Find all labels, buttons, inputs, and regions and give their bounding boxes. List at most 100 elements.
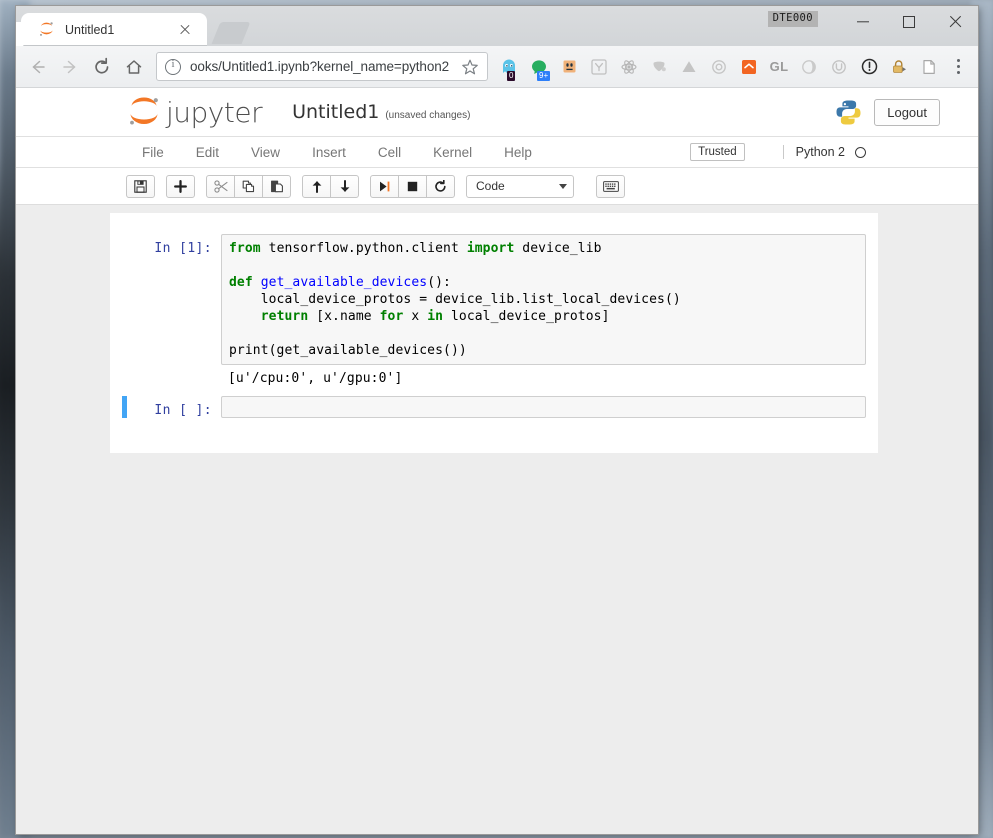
new-tab-button[interactable]: [212, 22, 251, 44]
paste-cell-button[interactable]: [262, 175, 291, 198]
menu-cell[interactable]: Cell: [362, 141, 417, 164]
close-window-button[interactable]: [932, 6, 978, 37]
menu-kernel[interactable]: Kernel: [417, 141, 488, 164]
info-circle-icon[interactable]: [165, 59, 181, 75]
circle-split-icon[interactable]: [794, 51, 824, 83]
cell-type-value: Code: [476, 179, 505, 193]
chat-badge: 9+: [537, 71, 550, 81]
browser-toolbar: ooks/Untitled1.ipynb?kernel_name=python2…: [16, 46, 978, 88]
chat-bubble-icon[interactable]: 9+: [524, 51, 554, 83]
close-icon[interactable]: [177, 22, 193, 38]
code-editor[interactable]: [221, 396, 866, 418]
browser-window: Untitled1 DTE000: [16, 6, 978, 834]
menu-help[interactable]: Help: [488, 141, 548, 164]
insert-cell-below-button[interactable]: [166, 175, 195, 198]
run-cell-button[interactable]: [370, 175, 399, 198]
kernel-name: Python 2: [796, 145, 845, 159]
ghost-icon[interactable]: 0: [494, 51, 524, 83]
lock-icon[interactable]: [884, 51, 914, 83]
menu-view[interactable]: View: [235, 141, 296, 164]
reload-button[interactable]: [86, 51, 118, 83]
command-palette-button[interactable]: [596, 175, 625, 198]
menu-edit[interactable]: Edit: [180, 141, 235, 164]
restart-kernel-button[interactable]: [426, 175, 455, 198]
move-cell-up-button[interactable]: [302, 175, 331, 198]
toolbar-group-clipboard: [206, 175, 291, 198]
stop-square-icon: [406, 180, 419, 193]
star-icon[interactable]: [461, 58, 479, 76]
floppy-disk-icon: [134, 180, 147, 193]
cell-prompt: In [ ]:: [127, 396, 221, 418]
y-square-icon[interactable]: [584, 51, 614, 83]
robot-icon[interactable]: [554, 51, 584, 83]
maximize-button[interactable]: [886, 6, 932, 37]
window-controls: DTE000: [768, 6, 978, 46]
minimize-button[interactable]: [840, 6, 886, 37]
three-dots-vertical-icon[interactable]: [944, 51, 972, 83]
document-icon[interactable]: [914, 51, 944, 83]
python-logo-icon: [835, 99, 862, 126]
maximize-icon: [903, 16, 915, 28]
keyboard-icon: [603, 181, 619, 192]
toolbar-group-palette: [596, 175, 625, 198]
home-button[interactable]: [118, 51, 150, 83]
code-cell-2[interactable]: In [ ]:: [122, 393, 866, 421]
save-status: (unsaved changes): [385, 110, 470, 121]
gl-text-icon[interactable]: GL: [764, 51, 794, 83]
page-viewport: jupyter Untitled1 (unsaved changes) Logo…: [16, 88, 978, 834]
trusted-badge[interactable]: Trusted: [690, 143, 745, 161]
menu-file[interactable]: File: [126, 141, 180, 164]
ring-icon[interactable]: [704, 51, 734, 83]
u-circle-icon[interactable]: [824, 51, 854, 83]
cell-type-select[interactable]: Code: [466, 175, 574, 198]
pocket-icon[interactable]: [644, 51, 674, 83]
minimize-icon: [857, 21, 869, 22]
code-cell-1[interactable]: In [1]: from tensorflow.python.client im…: [122, 231, 866, 368]
output-prompt: [122, 370, 221, 387]
jupyter-toolbar: Code: [16, 168, 978, 205]
code-source[interactable]: from tensorflow.python.client import dev…: [229, 240, 858, 359]
save-button[interactable]: [126, 175, 155, 198]
jupyter-wordmark: jupyter: [166, 96, 262, 129]
toolbar-group-save: [126, 175, 155, 198]
dte-label: DTE000: [768, 11, 818, 27]
atom-icon[interactable]: [614, 51, 644, 83]
chevron-down-icon: [559, 184, 567, 189]
exclamation-circle-icon[interactable]: [854, 51, 884, 83]
address-bar-text[interactable]: ooks/Untitled1.ipynb?kernel_name=python2: [190, 59, 461, 74]
jupyter-brand[interactable]: jupyter: [126, 96, 262, 129]
logout-button[interactable]: Logout: [874, 99, 940, 126]
drive-triangle-icon[interactable]: [674, 51, 704, 83]
ghost-badge: 0: [507, 71, 515, 81]
jupyter-header-right: Logout: [835, 99, 940, 126]
evernote-icon[interactable]: [734, 51, 764, 83]
arrow-down-icon: [339, 180, 351, 193]
jupyter-menubar-right: Trusted Python 2: [690, 143, 866, 161]
cut-cell-button[interactable]: [206, 175, 235, 198]
copy-cell-button[interactable]: [234, 175, 263, 198]
interrupt-kernel-button[interactable]: [398, 175, 427, 198]
notebook-name[interactable]: Untitled1: [292, 101, 379, 123]
kernel-idle-circle-icon: [855, 147, 866, 158]
scissors-icon: [214, 180, 228, 193]
cell-prompt: In [1]:: [127, 234, 221, 365]
back-button[interactable]: [22, 51, 54, 83]
paste-icon: [270, 180, 284, 193]
browser-tab-title: Untitled1: [65, 23, 177, 37]
gl-label: GL: [770, 59, 789, 74]
arrow-up-icon: [311, 180, 323, 193]
jupyter-header: jupyter Untitled1 (unsaved changes) Logo…: [16, 88, 978, 136]
move-cell-down-button[interactable]: [330, 175, 359, 198]
jupyter-planet-icon: [126, 97, 162, 127]
code-editor[interactable]: from tensorflow.python.client import dev…: [221, 234, 866, 365]
restart-circle-icon: [434, 180, 447, 193]
home-icon: [124, 57, 144, 77]
copy-icon: [242, 180, 256, 193]
kernel-indicator[interactable]: Python 2: [783, 145, 866, 159]
address-bar[interactable]: ooks/Untitled1.ipynb?kernel_name=python2: [156, 52, 488, 81]
forward-button[interactable]: [54, 51, 86, 83]
arrow-right-icon: [60, 57, 80, 77]
cell-output-text: [u'/cpu:0', u'/gpu:0']: [221, 370, 866, 387]
menu-insert[interactable]: Insert: [296, 141, 362, 164]
browser-tab[interactable]: Untitled1: [21, 13, 207, 46]
